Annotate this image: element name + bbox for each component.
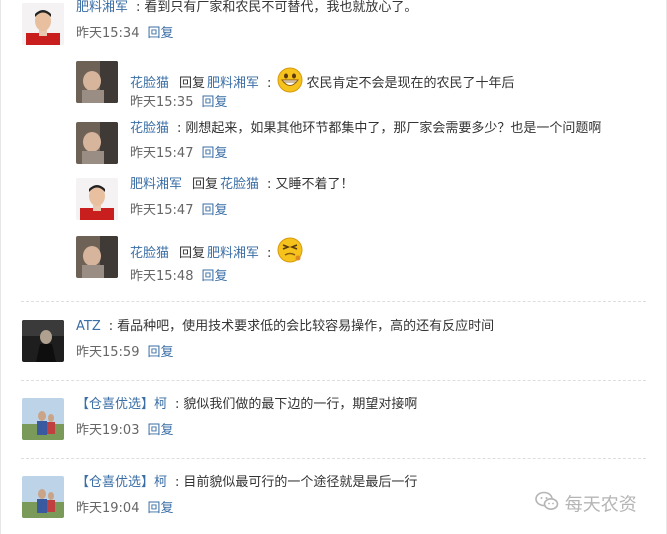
comment-author[interactable]: 【仓喜优选】柯 xyxy=(76,475,167,490)
reply-button[interactable]: 回复 xyxy=(201,269,227,284)
comment-time: 昨天19:04 xyxy=(76,501,140,516)
reply-label: 回复 xyxy=(192,177,219,192)
avatar[interactable] xyxy=(22,398,64,440)
watermark: 每天农资 xyxy=(535,490,637,517)
comment-time: 昨天19:03 xyxy=(76,423,140,438)
avatar[interactable] xyxy=(76,236,118,278)
comment-text: 看到只有厂家和农民不可替代，我也就放心了。 xyxy=(144,0,418,15)
reply-button[interactable]: 回复 xyxy=(201,203,227,218)
comment-time: 昨天15:35 xyxy=(130,95,194,110)
avatar[interactable] xyxy=(22,476,64,518)
divider xyxy=(21,458,646,459)
comment-author[interactable]: 花脸猫 xyxy=(130,76,169,91)
reply-button[interactable]: 回复 xyxy=(147,501,173,516)
reply-label: 回复 xyxy=(179,76,206,91)
reply-label: 回复 xyxy=(179,246,206,261)
avatar[interactable] xyxy=(22,3,64,45)
comment-author[interactable]: ATZ xyxy=(76,319,101,334)
squint-emoji xyxy=(277,237,303,269)
divider xyxy=(21,301,646,302)
comment-time: 昨天15:47 xyxy=(130,146,194,161)
comment-author[interactable]: 【仓喜优选】柯 xyxy=(76,397,167,412)
reply-target[interactable]: 肥料湘军 xyxy=(207,76,259,91)
reply-button[interactable]: 回复 xyxy=(201,95,227,110)
avatar[interactable] xyxy=(76,61,118,103)
comment-author[interactable]: 肥料湘军 xyxy=(130,177,182,192)
grin-emoji xyxy=(277,67,303,99)
avatar[interactable] xyxy=(76,178,118,220)
comment-text: 农民肯定不会是现在的农民了十年后 xyxy=(306,76,515,91)
comment-time: 昨天15:34 xyxy=(76,26,140,41)
reply-button[interactable]: 回复 xyxy=(147,345,173,360)
reply-button[interactable]: 回复 xyxy=(201,146,227,161)
comment-text: 刚想起来，如果其他环节都集中了，那厂家会需要多少？也是一个问题啊 xyxy=(185,121,602,136)
comment-text: 又睡不着了！ xyxy=(275,177,354,192)
comment-text: 目前貌似最可行的一个途径就是最后一行 xyxy=(183,475,418,490)
comment-author[interactable]: 花脸猫 xyxy=(130,121,169,136)
wechat-icon xyxy=(535,491,559,517)
comment-time: 昨天15:48 xyxy=(130,269,194,284)
divider xyxy=(21,380,646,381)
comment-text: 貌似我们做的最下边的一行，期望对接啊 xyxy=(183,397,418,412)
reply-target[interactable]: 肥料湘军 xyxy=(207,246,259,261)
comment-author[interactable]: 花脸猫 xyxy=(130,246,169,261)
reply-button[interactable]: 回复 xyxy=(147,26,173,41)
comment-time: 昨天15:59 xyxy=(76,345,140,360)
reply-target[interactable]: 花脸猫 xyxy=(220,177,259,192)
avatar[interactable] xyxy=(22,320,64,362)
comment-author[interactable]: 肥料湘军 xyxy=(76,0,128,15)
comment-text: 看品种吧，使用技术要求低的会比较容易操作，高的还有反应时间 xyxy=(117,319,495,334)
avatar[interactable] xyxy=(76,122,118,164)
comment-time: 昨天15:47 xyxy=(130,203,194,218)
reply-button[interactable]: 回复 xyxy=(147,423,173,438)
watermark-text: 每天农资 xyxy=(564,494,637,516)
comment-list: 肥料湘军: 看到只有厂家和农民不可替代，我也就放心了。 昨天15:34 回复 花脸猫… xyxy=(0,0,667,534)
